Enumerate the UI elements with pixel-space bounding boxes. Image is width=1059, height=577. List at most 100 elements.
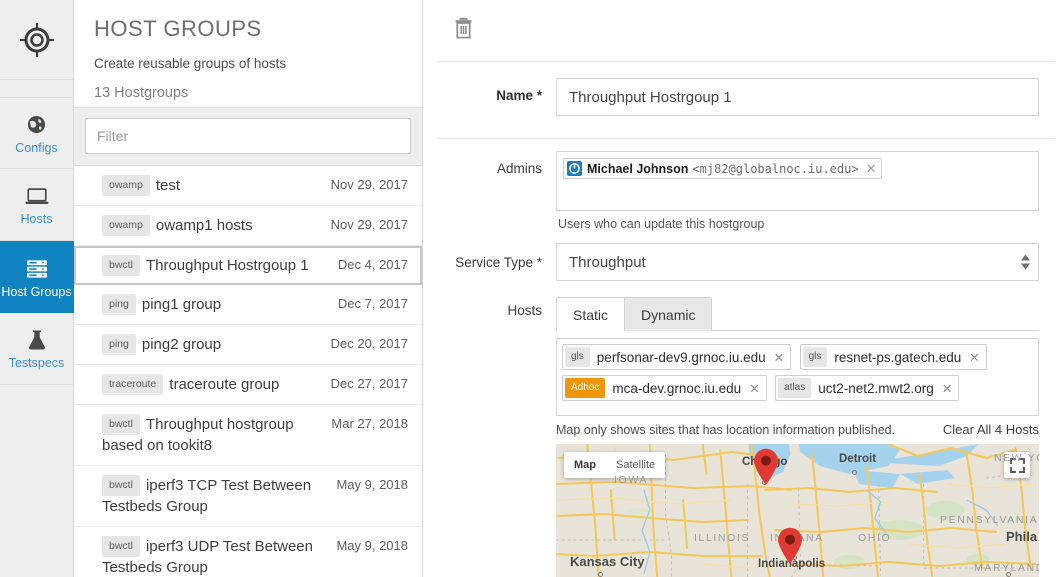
flask-icon [27, 327, 47, 353]
host-name: mca-dev.grnoc.iu.edu [612, 380, 742, 396]
map-marker-pin[interactable] [753, 448, 779, 491]
service-badge: ping [102, 334, 136, 355]
list-item-date: Mar 27, 2018 [331, 416, 408, 431]
hosts-map[interactable]: Map Satellite Detroit Kansas City Indian… [556, 444, 1039, 577]
name-input[interactable] [556, 78, 1039, 116]
globe-icon [27, 112, 46, 138]
service-badge: owamp [102, 215, 150, 236]
trash-icon[interactable] [454, 17, 473, 44]
list-item-name: ping2 group [141, 336, 222, 353]
map-type-control[interactable]: Map Satellite [564, 452, 666, 478]
admins-field-row: Admins Michael Johnson <mj82@globalnoc.i… [423, 151, 1059, 231]
admin-email: <mj82@globalnoc.iu.edu> [692, 161, 859, 176]
host-source-badge: Adhoc [565, 378, 606, 398]
host-chip[interactable]: gls resnet-ps.gatech.edu ✕ [799, 344, 987, 370]
host-source-badge: gls [565, 347, 590, 367]
list-item[interactable]: ping ping2 group Dec 20, 2017 [74, 325, 422, 365]
app-logo [0, 0, 73, 80]
sidebar-item-hosts[interactable]: Hosts [0, 169, 74, 241]
service-type-label: Service Type * [455, 255, 542, 270]
list-item[interactable]: bwctl iperf3 UDP Test Between Testbeds Gr… [74, 527, 422, 577]
name-divider [437, 138, 1055, 139]
list-item-selected[interactable]: bwctl Throughput Hostrgoup 1 Dec 4, 2017 [74, 246, 422, 285]
admins-label: Admins [496, 161, 542, 176]
name-label: Name * [496, 88, 542, 103]
host-name: uct2-net2.mwt2.org [818, 380, 934, 396]
service-type-select[interactable]: Throughput [556, 243, 1039, 281]
map-type-satellite-button[interactable]: Satellite [606, 452, 665, 478]
service-badge: bwctl [102, 536, 140, 557]
host-chip[interactable]: gls perfsonar-dev9.grnoc.iu.edu ✕ [562, 344, 792, 370]
map-type-map-button[interactable]: Map [564, 452, 606, 478]
hosts-field-row: Hosts Static Dynamic gls perfsonar-dev9.… [423, 295, 1059, 577]
list-item[interactable]: bwctl Throughput hostgroup based on tooki… [74, 405, 422, 466]
service-type-field-row: Service Type * Throughput [423, 243, 1059, 281]
power-icon [567, 161, 582, 176]
host-name: resnet-ps.gatech.edu [834, 349, 962, 365]
service-type-control: Throughput [556, 243, 1039, 281]
list-item[interactable]: traceroute traceroute group Dec 27, 2017 [74, 365, 422, 405]
laptop-icon [24, 183, 49, 209]
host-chip[interactable]: atlas uct2-net2.mwt2.org ✕ [775, 375, 960, 401]
detail-toolbar [423, 0, 1059, 52]
list-item[interactable]: ping ping1 group Dec 7, 2017 [74, 285, 422, 325]
map-marker-pin[interactable] [777, 527, 803, 570]
tab-static[interactable]: Static [556, 297, 626, 331]
close-icon[interactable]: ✕ [942, 381, 952, 396]
host-name: perfsonar-dev9.grnoc.iu.edu [596, 349, 766, 365]
list-item-name: test [155, 177, 181, 194]
list-item-date: May 9, 2018 [336, 538, 408, 553]
map-note: Map only shows sites that has location i… [556, 423, 896, 437]
list-item-main: bwctl iperf3 UDP Test Between Testbeds Gr… [102, 536, 328, 577]
sidebar-item-host-groups[interactable]: Host Groups [0, 241, 74, 313]
hostgroup-detail-panel: Name * Admins Michae [423, 0, 1059, 577]
list-item-main: ping ping2 group [102, 334, 323, 355]
list-item-date: Nov 29, 2017 [330, 177, 408, 192]
list-item[interactable]: owamp test Nov 29, 2017 [74, 166, 422, 206]
close-icon[interactable]: ✕ [969, 350, 979, 365]
hostgroup-count: 13 Hostgroups [94, 85, 189, 101]
close-icon[interactable]: ✕ [749, 381, 759, 396]
close-icon[interactable]: ✕ [774, 350, 784, 365]
sidebar-item-label: Host Groups [1, 284, 72, 299]
host-chip[interactable]: Adhoc mca-dev.grnoc.iu.edu ✕ [562, 375, 767, 401]
list-item[interactable]: bwctl iperf3 TCP Test Between Testbeds Gr… [74, 466, 422, 527]
list-item-date: Dec 7, 2017 [337, 296, 408, 311]
hosts-tabs: Static Dynamic [556, 295, 1039, 331]
filter-input[interactable] [85, 118, 411, 154]
list-item[interactable]: owamp owamp1 hosts Nov 29, 2017 [74, 206, 422, 246]
server-stack-icon [25, 256, 49, 282]
spinner-arrows-icon[interactable] [1021, 254, 1030, 270]
close-icon[interactable]: ✕ [866, 162, 877, 175]
hostgroups-list-panel: HOST GROUPS Create reusable groups of ho… [74, 0, 423, 577]
page-title: HOST GROUPS [94, 16, 262, 41]
admins-token-box[interactable]: Michael Johnson <mj82@globalnoc.iu.edu> … [556, 151, 1039, 211]
service-type-value: Throughput [569, 253, 646, 271]
hosts-label: Hosts [507, 303, 542, 318]
service-badge: traceroute [102, 374, 164, 395]
app-root: Configs Hosts Host Groups Testspecs HOST… [0, 0, 1059, 577]
service-type-select-wrap: Throughput [556, 243, 1039, 281]
list-item-main: traceroute traceroute group [102, 374, 323, 395]
hostgroups-list[interactable]: owamp test Nov 29, 2017 owamp owamp1 hosts… [74, 166, 422, 577]
admin-chip[interactable]: Michael Johnson <mj82@globalnoc.iu.edu> … [563, 158, 883, 179]
host-source-badge: gls [802, 347, 828, 367]
sidebar-item-label: Testspecs [8, 356, 65, 371]
list-item-main: owamp owamp1 hosts [102, 215, 323, 236]
list-item-date: Dec 20, 2017 [330, 336, 408, 351]
list-item-name: Throughput Hostrgoup 1 [145, 257, 309, 274]
hosts-token-box[interactable]: gls perfsonar-dev9.grnoc.iu.edu ✕ gls re… [556, 338, 1039, 416]
sidebar-item-configs[interactable]: Configs [0, 97, 74, 169]
tab-dynamic[interactable]: Dynamic [624, 297, 713, 331]
sidebar-item-testspecs[interactable]: Testspecs [0, 313, 74, 385]
service-badge: ping [102, 294, 136, 315]
clear-all-hosts-button[interactable]: Clear All 4 Hosts [943, 422, 1039, 437]
primary-nav-rail: Configs Hosts Host Groups Testspecs [0, 0, 74, 577]
name-control [556, 78, 1039, 116]
list-item-date: Nov 29, 2017 [330, 217, 408, 232]
host-source-badge: atlas [778, 378, 812, 398]
list-item-main: owamp test [102, 175, 323, 196]
admin-name: Michael Johnson [587, 161, 689, 176]
fullscreen-icon[interactable] [1004, 452, 1030, 478]
service-badge: bwctl [102, 414, 140, 435]
